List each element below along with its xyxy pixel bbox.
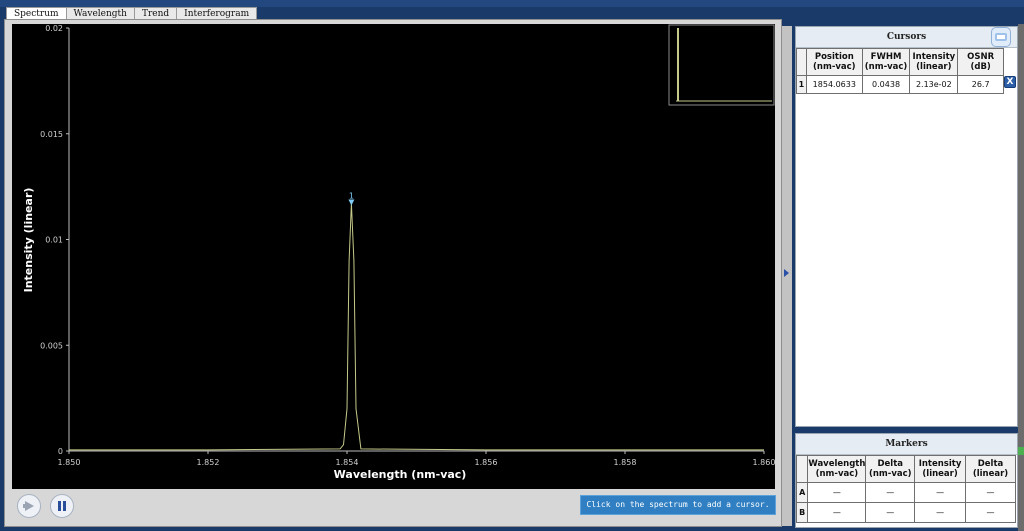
x-tick-label: 1.860: [753, 458, 775, 467]
remove-cursor-button[interactable]: X: [1004, 76, 1016, 88]
marker-wavelength: —: [807, 502, 867, 523]
y-axis-label: Intensity (linear): [22, 188, 35, 293]
spectrum-plot[interactable]: 0 0.005 0.01 0.015 0.02 1.850 1.852 1.854 1.856…: [12, 24, 775, 489]
marker-row-a[interactable]: A — — — —: [795, 482, 1016, 503]
markers-corner-cell: [795, 455, 809, 483]
expand-arrow-icon[interactable]: [784, 269, 789, 277]
marker-label: B: [795, 502, 809, 523]
x-tick-label: 1.850: [58, 458, 81, 467]
cursor-intensity: 2.13e-02: [909, 75, 959, 94]
spectrum-chart-svg[interactable]: 0 0.005 0.01 0.015 0.02 1.850 1.852 1.854 1.856…: [12, 24, 775, 489]
col-marker-delta-wl: Delta (nm-vac): [865, 455, 916, 483]
x-tick-label: 1.856: [475, 458, 498, 467]
cursors-title: Cursors: [796, 27, 1017, 48]
marker-intensity: —: [914, 502, 967, 523]
marker-delta-wl: —: [865, 502, 916, 523]
col-position: Position (nm-vac): [805, 48, 863, 76]
col-osnr: OSNR (dB): [957, 48, 1004, 76]
y-tick-label: 0.01: [45, 236, 63, 245]
panel-splitter[interactable]: [782, 26, 792, 526]
cursors-header-row: Position (nm-vac) FWHM (nm-vac) Intensity(…: [796, 48, 1004, 76]
pause-button[interactable]: [50, 494, 74, 518]
y-tick-label: 0.015: [40, 130, 63, 139]
cursor-row[interactable]: 1 1854.0633 0.0438 2.13e-02 26.7: [796, 75, 1004, 94]
play-button[interactable]: [17, 494, 41, 518]
marker-wavelength: —: [807, 482, 867, 503]
cursor-settings-icon: [995, 33, 1007, 41]
x-tick-label: 1.858: [614, 458, 637, 467]
cursor-row-index: 1: [796, 75, 807, 94]
x-tick-label: 1.854: [336, 458, 359, 467]
overview-inset[interactable]: [668, 24, 775, 106]
cursor-tool-button[interactable]: [991, 27, 1011, 47]
cursors-corner-cell: [796, 48, 807, 76]
pause-icon: [58, 501, 66, 511]
cursor-fwhm: 0.0438: [861, 75, 911, 94]
marker-intensity: —: [914, 482, 967, 503]
markers-title: Markers: [796, 434, 1017, 455]
markers-header-row: Wavelength (nm-vac) Delta (nm-vac) Intensi…: [795, 455, 1016, 483]
cursor-marker-label: 1: [349, 192, 354, 201]
marker-label: A: [795, 482, 809, 503]
x-axis-label: Wavelength (nm-vac): [334, 468, 467, 481]
marker-delta-wl: —: [865, 482, 916, 503]
spectrum-trace: [69, 203, 764, 451]
marker-delta-int: —: [965, 482, 1016, 503]
col-marker-delta-int: Delta (linear): [965, 455, 1016, 483]
cursor-position: 1854.0633: [805, 75, 863, 94]
window-top-strip: [0, 0, 1024, 7]
marker-row-b[interactable]: B — — — —: [795, 502, 1016, 523]
col-intensity: Intensity (linear): [909, 48, 959, 76]
marker-delta-int: —: [965, 502, 1016, 523]
x-tick-label: 1.852: [197, 458, 220, 467]
y-tick-label: 0.02: [45, 24, 63, 33]
y-tick-label: 0: [58, 447, 63, 456]
col-marker-wavelength: Wavelength (nm-vac): [807, 455, 867, 483]
col-marker-intensity: Intensity (linear): [914, 455, 967, 483]
scroll-indicator: [1018, 447, 1024, 455]
markers-table: Wavelength (nm-vac) Delta (nm-vac) Intensi…: [795, 455, 1016, 523]
y-tick-label: 0.005: [40, 341, 63, 350]
col-fwhm: FWHM (nm-vac): [861, 48, 911, 76]
status-hint: Click on the spectrum to add a cursor.: [580, 495, 776, 515]
cursors-table: Position (nm-vac) FWHM (nm-vac) Intensity(…: [796, 48, 1004, 94]
play-icon: [23, 501, 34, 511]
cursor-osnr: 26.7: [957, 75, 1004, 94]
